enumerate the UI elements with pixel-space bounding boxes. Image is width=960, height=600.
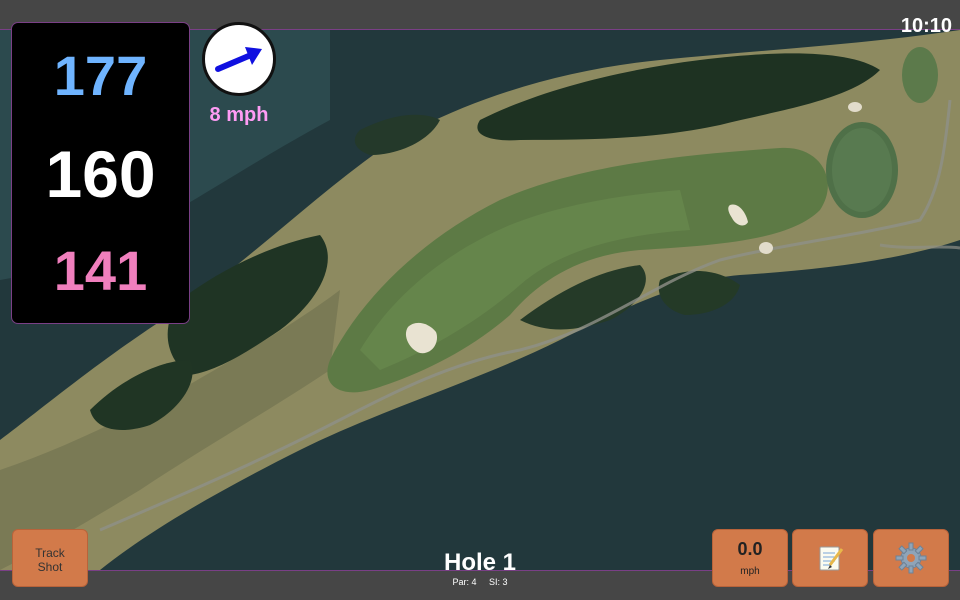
notepad-icon	[819, 546, 844, 571]
wind-direction-dial	[202, 22, 276, 96]
distance-panel: 177 160 141	[11, 22, 190, 324]
speed-unit: mph	[740, 566, 760, 577]
track-shot-label-line2: Shot	[37, 560, 63, 574]
back-of-green-distance: 177	[53, 44, 148, 107]
middle-of-green-distance: 160	[45, 137, 156, 211]
golf-gps-screen: 10:10 177 160 141 8 mph Track Shot Hole …	[0, 0, 960, 600]
hole-title: Hole 1	[443, 549, 517, 576]
speed-value: 0.0	[737, 539, 763, 559]
notes-button[interactable]	[792, 529, 868, 587]
arrow-up-right-icon	[215, 47, 262, 72]
speed-button[interactable]: 0.0 mph	[712, 529, 788, 587]
gear-icon	[895, 542, 927, 574]
track-shot-button[interactable]: Track Shot	[12, 529, 88, 587]
settings-button[interactable]	[873, 529, 949, 587]
hole-par: Par: 4	[452, 577, 477, 587]
hole-info: Par: 4 SI: 3	[380, 577, 580, 587]
hole-stroke-index: SI: 3	[489, 577, 508, 587]
clock: 10:10	[900, 15, 952, 37]
front-of-green-distance: 141	[53, 239, 148, 302]
wind-speed: 8 mph	[209, 104, 269, 126]
track-shot-label-line1: Track	[35, 546, 65, 560]
